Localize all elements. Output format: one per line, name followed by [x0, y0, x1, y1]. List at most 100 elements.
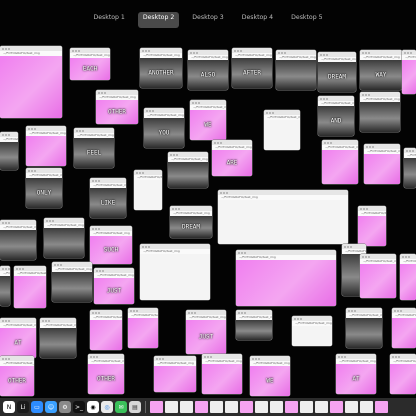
close-icon[interactable]	[2, 221, 4, 224]
dock-minimized-window[interactable]	[180, 401, 193, 413]
image-window[interactable]: ~/FOTOGRAFIA/test_imgWE	[190, 100, 226, 140]
zoom-icon[interactable]	[226, 191, 228, 194]
minimize-icon[interactable]	[101, 91, 103, 94]
image-window[interactable]: ~/FOTOGRAFIA/test_imgONLY	[26, 168, 62, 208]
close-icon[interactable]	[172, 207, 174, 210]
close-icon[interactable]	[28, 127, 30, 130]
close-icon[interactable]	[42, 319, 44, 322]
close-icon[interactable]	[238, 251, 240, 254]
close-icon[interactable]	[16, 267, 18, 270]
minimize-icon[interactable]	[365, 51, 367, 54]
close-icon[interactable]	[234, 49, 236, 52]
image-window[interactable]: ~/FOTOGRAFIA/test_img	[346, 308, 382, 348]
close-icon[interactable]	[344, 245, 346, 248]
minimize-icon[interactable]	[175, 207, 177, 210]
minimize-icon[interactable]	[341, 355, 343, 358]
image-window[interactable]: ~/FOTOGRAFIA/test_imgLIKE	[90, 178, 126, 218]
desktop-3-tab[interactable]: Desktop 3	[187, 12, 228, 28]
close-icon[interactable]	[46, 219, 48, 222]
dock-minimized-window[interactable]	[240, 401, 253, 413]
minimize-icon[interactable]	[297, 317, 299, 320]
minimize-icon[interactable]	[5, 267, 7, 270]
zoom-icon[interactable]	[96, 355, 98, 358]
dock-minimized-window[interactable]	[210, 401, 223, 413]
minimize-icon[interactable]	[93, 355, 95, 358]
dock-minimized-window[interactable]	[255, 401, 268, 413]
minimize-icon[interactable]	[191, 311, 193, 314]
close-icon[interactable]	[136, 171, 138, 174]
zoom-icon[interactable]	[284, 51, 286, 54]
image-window[interactable]: ~/FOTOGRAFIA/test_img	[218, 190, 348, 244]
image-window[interactable]: ~/FOTOGRAFIA/test_img	[0, 132, 18, 170]
terminal-icon[interactable]: >_	[73, 401, 85, 413]
minimize-icon[interactable]	[397, 309, 399, 312]
github-icon[interactable]: ◉	[87, 401, 99, 413]
zoom-icon[interactable]	[178, 207, 180, 210]
close-icon[interactable]	[92, 227, 94, 230]
dock-minimized-window[interactable]	[195, 401, 208, 413]
image-window[interactable]: ~/FOTOGRAFIA/test_img	[52, 262, 92, 302]
image-window[interactable]: ~/FOTOGRAFIA/test_img	[400, 254, 416, 300]
image-window[interactable]: ~/FOTOGRAFIA/test_img	[322, 140, 358, 184]
minimize-icon[interactable]	[19, 267, 21, 270]
minimize-icon[interactable]	[207, 355, 209, 358]
image-window[interactable]: ~/FOTOGRAFIA/test_img	[40, 318, 76, 358]
close-icon[interactable]	[362, 255, 364, 258]
desktop-4-tab[interactable]: Desktop 4	[237, 12, 278, 28]
close-icon[interactable]	[348, 309, 350, 312]
zoom-icon[interactable]	[142, 171, 144, 174]
minimize-icon[interactable]	[237, 49, 239, 52]
minimize-icon[interactable]	[159, 357, 161, 360]
zoom-icon[interactable]	[8, 221, 10, 224]
live-icon[interactable]: Li	[17, 401, 29, 413]
image-window[interactable]: ~/FOTOGRAFIA/test_img	[168, 152, 208, 188]
minimize-icon[interactable]	[31, 127, 33, 130]
close-icon[interactable]	[404, 51, 406, 54]
minimize-icon[interactable]	[323, 53, 325, 56]
image-window[interactable]: ~/FOTOGRAFIA/test_img DREAM	[318, 52, 356, 92]
zoom-icon[interactable]	[136, 309, 138, 312]
close-icon[interactable]	[402, 255, 404, 258]
close-icon[interactable]	[72, 49, 74, 52]
zoom-icon[interactable]	[196, 51, 198, 54]
image-window[interactable]: ~/FOTOGRAFIA/test_img	[0, 220, 36, 260]
close-icon[interactable]	[238, 311, 240, 314]
zoom-icon[interactable]	[210, 355, 212, 358]
desktop-5-tab[interactable]: Desktop 5	[286, 12, 327, 28]
zoom-icon[interactable]	[410, 51, 412, 54]
close-icon[interactable]	[220, 191, 222, 194]
minimize-icon[interactable]	[323, 97, 325, 100]
zoom-icon[interactable]	[368, 255, 370, 258]
image-window[interactable]: ~/FOTOGRAFIA/test_img FEEL	[74, 128, 114, 168]
close-icon[interactable]	[406, 149, 408, 152]
image-window[interactable]: ~/FOTOGRAFIA/test_img	[236, 250, 336, 306]
close-icon[interactable]	[320, 97, 322, 100]
messages-icon[interactable]: ✉	[115, 401, 127, 413]
close-icon[interactable]	[130, 309, 132, 312]
close-icon[interactable]	[76, 129, 78, 132]
minimize-icon[interactable]	[327, 141, 329, 144]
zoom-icon[interactable]	[98, 227, 100, 230]
zoom-icon[interactable]	[400, 309, 402, 312]
zoom-icon[interactable]: ▭	[31, 401, 43, 413]
close-icon[interactable]	[324, 141, 326, 144]
minimize-icon[interactable]	[95, 227, 97, 230]
minimize-icon[interactable]	[369, 145, 371, 148]
dock-minimized-window[interactable]	[360, 401, 373, 413]
minimize-icon[interactable]	[75, 49, 77, 52]
settings-icon[interactable]: ⚙	[59, 401, 71, 413]
minimize-icon[interactable]	[133, 309, 135, 312]
zoom-icon[interactable]	[368, 93, 370, 96]
close-icon[interactable]	[170, 153, 172, 156]
minimize-icon[interactable]	[5, 133, 7, 136]
close-icon[interactable]	[252, 357, 254, 360]
close-icon[interactable]	[2, 357, 4, 360]
zoom-icon[interactable]	[34, 169, 36, 172]
zoom-icon[interactable]	[220, 141, 222, 144]
zoom-icon[interactable]	[344, 355, 346, 358]
close-icon[interactable]	[214, 141, 216, 144]
image-window[interactable]: ~/FOTOGRAFIA/test_img ALSO	[188, 50, 228, 90]
image-window[interactable]: ~/FOTOGRAFIA/test_imgOTHER	[0, 356, 34, 396]
zoom-icon[interactable]	[240, 49, 242, 52]
image-window[interactable]: ~/FOTOGRAFIA/test_img JUST	[186, 310, 226, 354]
